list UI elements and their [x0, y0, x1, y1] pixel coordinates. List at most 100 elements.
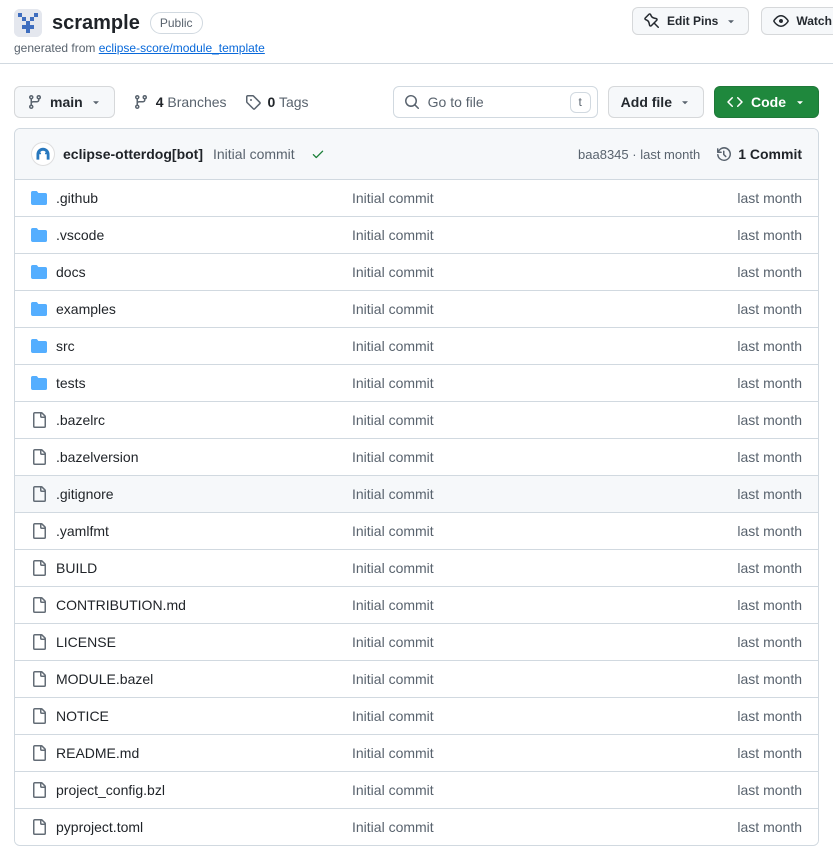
file-row: docs Initial commit last month: [15, 253, 818, 290]
generated-from: generated from eclipse-score/module_temp…: [14, 41, 819, 55]
chevron-down-icon: [679, 96, 691, 108]
file-icon: [31, 708, 47, 724]
row-commit-message[interactable]: Initial commit: [352, 338, 737, 354]
repo-header: scrample Public Edit Pins Watch 1 genera…: [0, 0, 833, 55]
file-name-link[interactable]: .github: [56, 190, 98, 206]
row-commit-message[interactable]: Initial commit: [352, 708, 737, 724]
row-commit-age: last month: [737, 338, 802, 354]
row-commit-message[interactable]: Initial commit: [352, 523, 737, 539]
go-to-file-search[interactable]: t: [393, 86, 598, 118]
shortcut-key-hint: t: [570, 92, 591, 113]
file-name-cell: CONTRIBUTION.md: [31, 597, 352, 613]
file-name-link[interactable]: .gitignore: [56, 486, 114, 502]
row-commit-message[interactable]: Initial commit: [352, 782, 737, 798]
row-commit-age: last month: [737, 819, 802, 835]
file-icon: [31, 671, 47, 687]
commit-message-link[interactable]: Initial commit: [213, 146, 295, 162]
file-row: .github Initial commit last month: [15, 179, 818, 216]
template-repo-link[interactable]: eclipse-score/module_template: [99, 41, 265, 55]
go-to-file-input[interactable]: [428, 94, 562, 110]
file-name-cell: .github: [31, 190, 352, 206]
row-commit-age: last month: [737, 523, 802, 539]
file-icon: [31, 634, 47, 650]
branches-link[interactable]: 4 Branches: [133, 94, 227, 110]
file-name-link[interactable]: CONTRIBUTION.md: [56, 597, 186, 613]
commit-age: last month: [640, 147, 700, 162]
commit-history-link[interactable]: 1 Commit: [716, 146, 802, 162]
file-name-link[interactable]: .yamlfmt: [56, 523, 109, 539]
commit-sha-link[interactable]: baa8345: [578, 147, 629, 162]
row-commit-age: last month: [737, 708, 802, 724]
file-name-link[interactable]: BUILD: [56, 560, 97, 576]
row-commit-message[interactable]: Initial commit: [352, 301, 737, 317]
file-row: .vscode Initial commit last month: [15, 216, 818, 253]
row-commit-age: last month: [737, 782, 802, 798]
branch-tag-links: 4 Branches 0 Tags: [133, 94, 309, 110]
file-name-link[interactable]: MODULE.bazel: [56, 671, 153, 687]
add-file-label: Add file: [621, 94, 672, 110]
check-icon[interactable]: [311, 147, 325, 161]
tags-link[interactable]: 0 Tags: [245, 94, 309, 110]
commit-author-name[interactable]: eclipse-otterdog[bot]: [63, 146, 203, 162]
file-name-link[interactable]: NOTICE: [56, 708, 109, 724]
row-commit-message[interactable]: Initial commit: [352, 745, 737, 761]
row-commit-message[interactable]: Initial commit: [352, 560, 737, 576]
row-commit-age: last month: [737, 560, 802, 576]
file-name-link[interactable]: LICENSE: [56, 634, 116, 650]
search-icon: [404, 94, 420, 110]
chevron-down-icon: [90, 96, 102, 108]
file-name-link[interactable]: examples: [56, 301, 116, 317]
row-commit-message[interactable]: Initial commit: [352, 375, 737, 391]
row-commit-age: last month: [737, 227, 802, 243]
row-commit-message[interactable]: Initial commit: [352, 819, 737, 835]
file-name-link[interactable]: .vscode: [56, 227, 104, 243]
row-commit-age: last month: [737, 412, 802, 428]
generated-from-prefix: generated from: [14, 41, 95, 55]
edit-pins-label: Edit Pins: [667, 14, 718, 28]
file-name-cell: examples: [31, 301, 352, 317]
row-commit-message[interactable]: Initial commit: [352, 671, 737, 687]
row-commit-message[interactable]: Initial commit: [352, 597, 737, 613]
file-table: eclipse-otterdog[bot] Initial commit baa…: [14, 128, 819, 846]
row-commit-age: last month: [737, 449, 802, 465]
file-row: examples Initial commit last month: [15, 290, 818, 327]
edit-pins-button[interactable]: Edit Pins: [632, 7, 749, 35]
file-row: NOTICE Initial commit last month: [15, 697, 818, 734]
row-commit-age: last month: [737, 597, 802, 613]
file-icon: [31, 597, 47, 613]
file-name-cell: BUILD: [31, 560, 352, 576]
folder-icon: [31, 227, 47, 243]
branches-count: 4: [156, 94, 164, 110]
row-commit-message[interactable]: Initial commit: [352, 190, 737, 206]
row-commit-message[interactable]: Initial commit: [352, 227, 737, 243]
file-name-link[interactable]: tests: [56, 375, 86, 391]
code-button[interactable]: Code: [714, 86, 819, 118]
file-name-link[interactable]: .bazelrc: [56, 412, 105, 428]
git-branch-icon: [133, 94, 149, 110]
commit-sha-age: baa8345 · last month: [578, 147, 700, 162]
code-icon: [727, 94, 743, 110]
add-file-button[interactable]: Add file: [608, 86, 704, 118]
toolbar-right: t Add file Code: [393, 86, 819, 118]
branch-selector-button[interactable]: main: [14, 86, 115, 118]
row-commit-message[interactable]: Initial commit: [352, 449, 737, 465]
file-icon: [31, 449, 47, 465]
row-commit-message[interactable]: Initial commit: [352, 412, 737, 428]
file-name-link[interactable]: src: [56, 338, 75, 354]
git-branch-icon: [27, 94, 43, 110]
row-commit-message[interactable]: Initial commit: [352, 634, 737, 650]
file-row: LICENSE Initial commit last month: [15, 623, 818, 660]
file-name-cell: .bazelrc: [31, 412, 352, 428]
row-commit-message[interactable]: Initial commit: [352, 264, 737, 280]
file-name-link[interactable]: .bazelversion: [56, 449, 139, 465]
current-branch-label: main: [50, 94, 83, 110]
row-commit-message[interactable]: Initial commit: [352, 486, 737, 502]
file-row: tests Initial commit last month: [15, 364, 818, 401]
file-name-link[interactable]: pyproject.toml: [56, 819, 143, 835]
file-name-cell: tests: [31, 375, 352, 391]
file-name-link[interactable]: docs: [56, 264, 86, 280]
watch-button[interactable]: Watch 1: [761, 7, 833, 35]
file-name-link[interactable]: project_config.bzl: [56, 782, 165, 798]
commit-author-avatar[interactable]: [31, 142, 55, 166]
file-name-link[interactable]: README.md: [56, 745, 139, 761]
